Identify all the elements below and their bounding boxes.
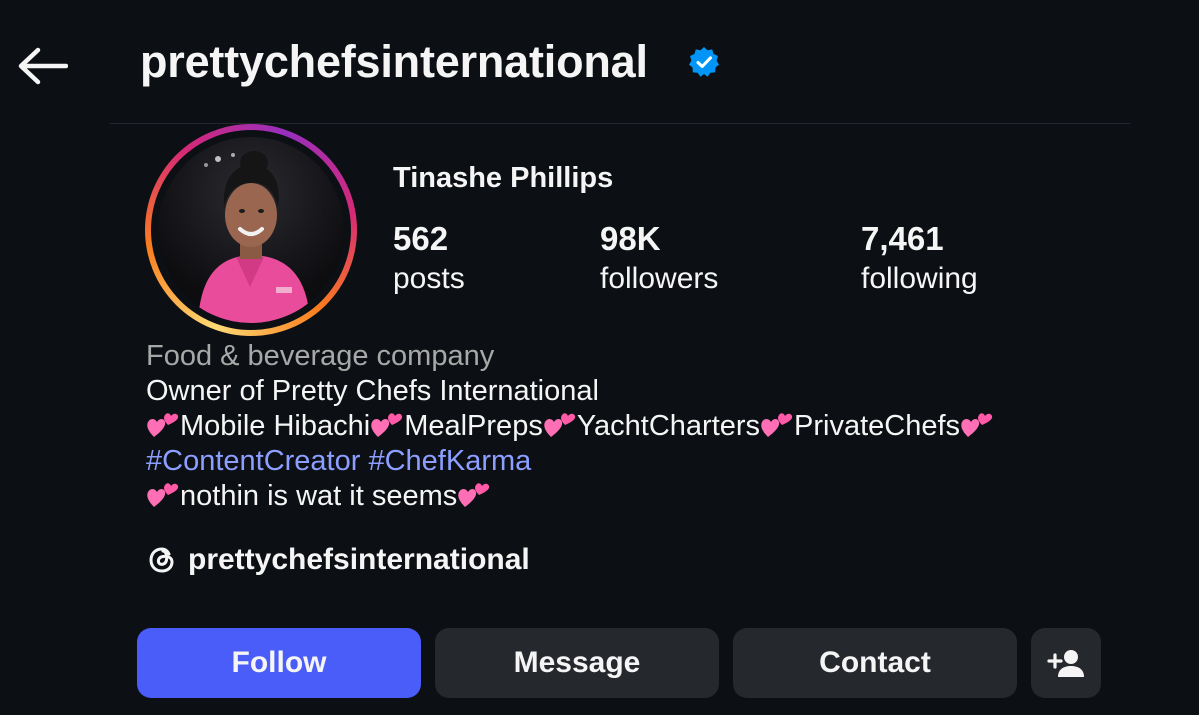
stat-posts[interactable]: 562 posts — [393, 220, 465, 300]
two-hearts-emoji-icon — [960, 411, 994, 439]
profile-bio: Food & beverage company Owner of Pretty … — [146, 338, 1146, 514]
service-mobile-hibachi: Mobile Hibachi — [180, 410, 371, 442]
avatar-story-ring[interactable] — [145, 124, 357, 336]
bio-category: Food & beverage company — [146, 340, 495, 372]
hashtag-content-creator[interactable]: #ContentCreator — [146, 445, 360, 477]
threads-icon — [149, 547, 174, 573]
stat-followers-label: followers — [600, 262, 719, 295]
two-hearts-emoji-icon — [370, 411, 404, 439]
bio-line-owner: Owner of Pretty Chefs International — [146, 375, 599, 407]
service-private-chefs: PrivateChefs — [794, 410, 961, 442]
follow-button[interactable]: Follow — [137, 628, 421, 698]
stat-posts-label: posts — [393, 262, 465, 295]
message-button[interactable]: Message — [435, 628, 719, 698]
stat-following-value: 7,461 — [861, 220, 944, 257]
stat-posts-value: 562 — [393, 220, 449, 257]
threads-handle: prettychefsinternational — [188, 543, 530, 576]
profile-full-name: Tinashe Phillips — [393, 162, 614, 194]
two-hearts-emoji-icon — [543, 411, 577, 439]
threads-link[interactable]: prettychefsinternational — [146, 543, 530, 577]
stat-following[interactable]: 7,461 following — [861, 220, 978, 300]
service-meal-preps: MealPreps — [404, 410, 543, 442]
verified-badge-icon — [689, 47, 719, 77]
hashtag-chef-karma[interactable]: #ChefKarma — [368, 445, 531, 477]
add-user-button[interactable] — [1031, 628, 1101, 698]
bio-hashtags-line: #ContentCreator #ChefKarma — [146, 444, 1146, 479]
contact-button[interactable]: Contact — [733, 628, 1017, 698]
stat-followers[interactable]: 98K followers — [600, 220, 718, 300]
bio-tagline-line: nothin is wat it seems — [146, 479, 1146, 514]
two-hearts-emoji-icon — [760, 411, 794, 439]
back-button[interactable] — [14, 42, 70, 90]
bio-tagline: nothin is wat it seems — [180, 480, 458, 512]
service-yacht-charters: YachtCharters — [576, 410, 761, 442]
two-hearts-emoji-icon — [146, 411, 180, 439]
two-hearts-emoji-icon — [457, 481, 491, 509]
profile-username: prettychefsinternational — [140, 36, 648, 87]
two-hearts-emoji-icon — [146, 481, 180, 509]
stat-following-label: following — [861, 262, 978, 295]
profile-header: prettychefsinternational — [0, 0, 1199, 124]
bio-services-line: Mobile Hibachi MealPreps YachtCharters Priv… — [146, 409, 1146, 444]
arrow-left-icon — [18, 47, 68, 85]
avatar — [158, 137, 344, 323]
person-add-icon — [1047, 650, 1084, 677]
stat-followers-value: 98K — [600, 220, 661, 257]
